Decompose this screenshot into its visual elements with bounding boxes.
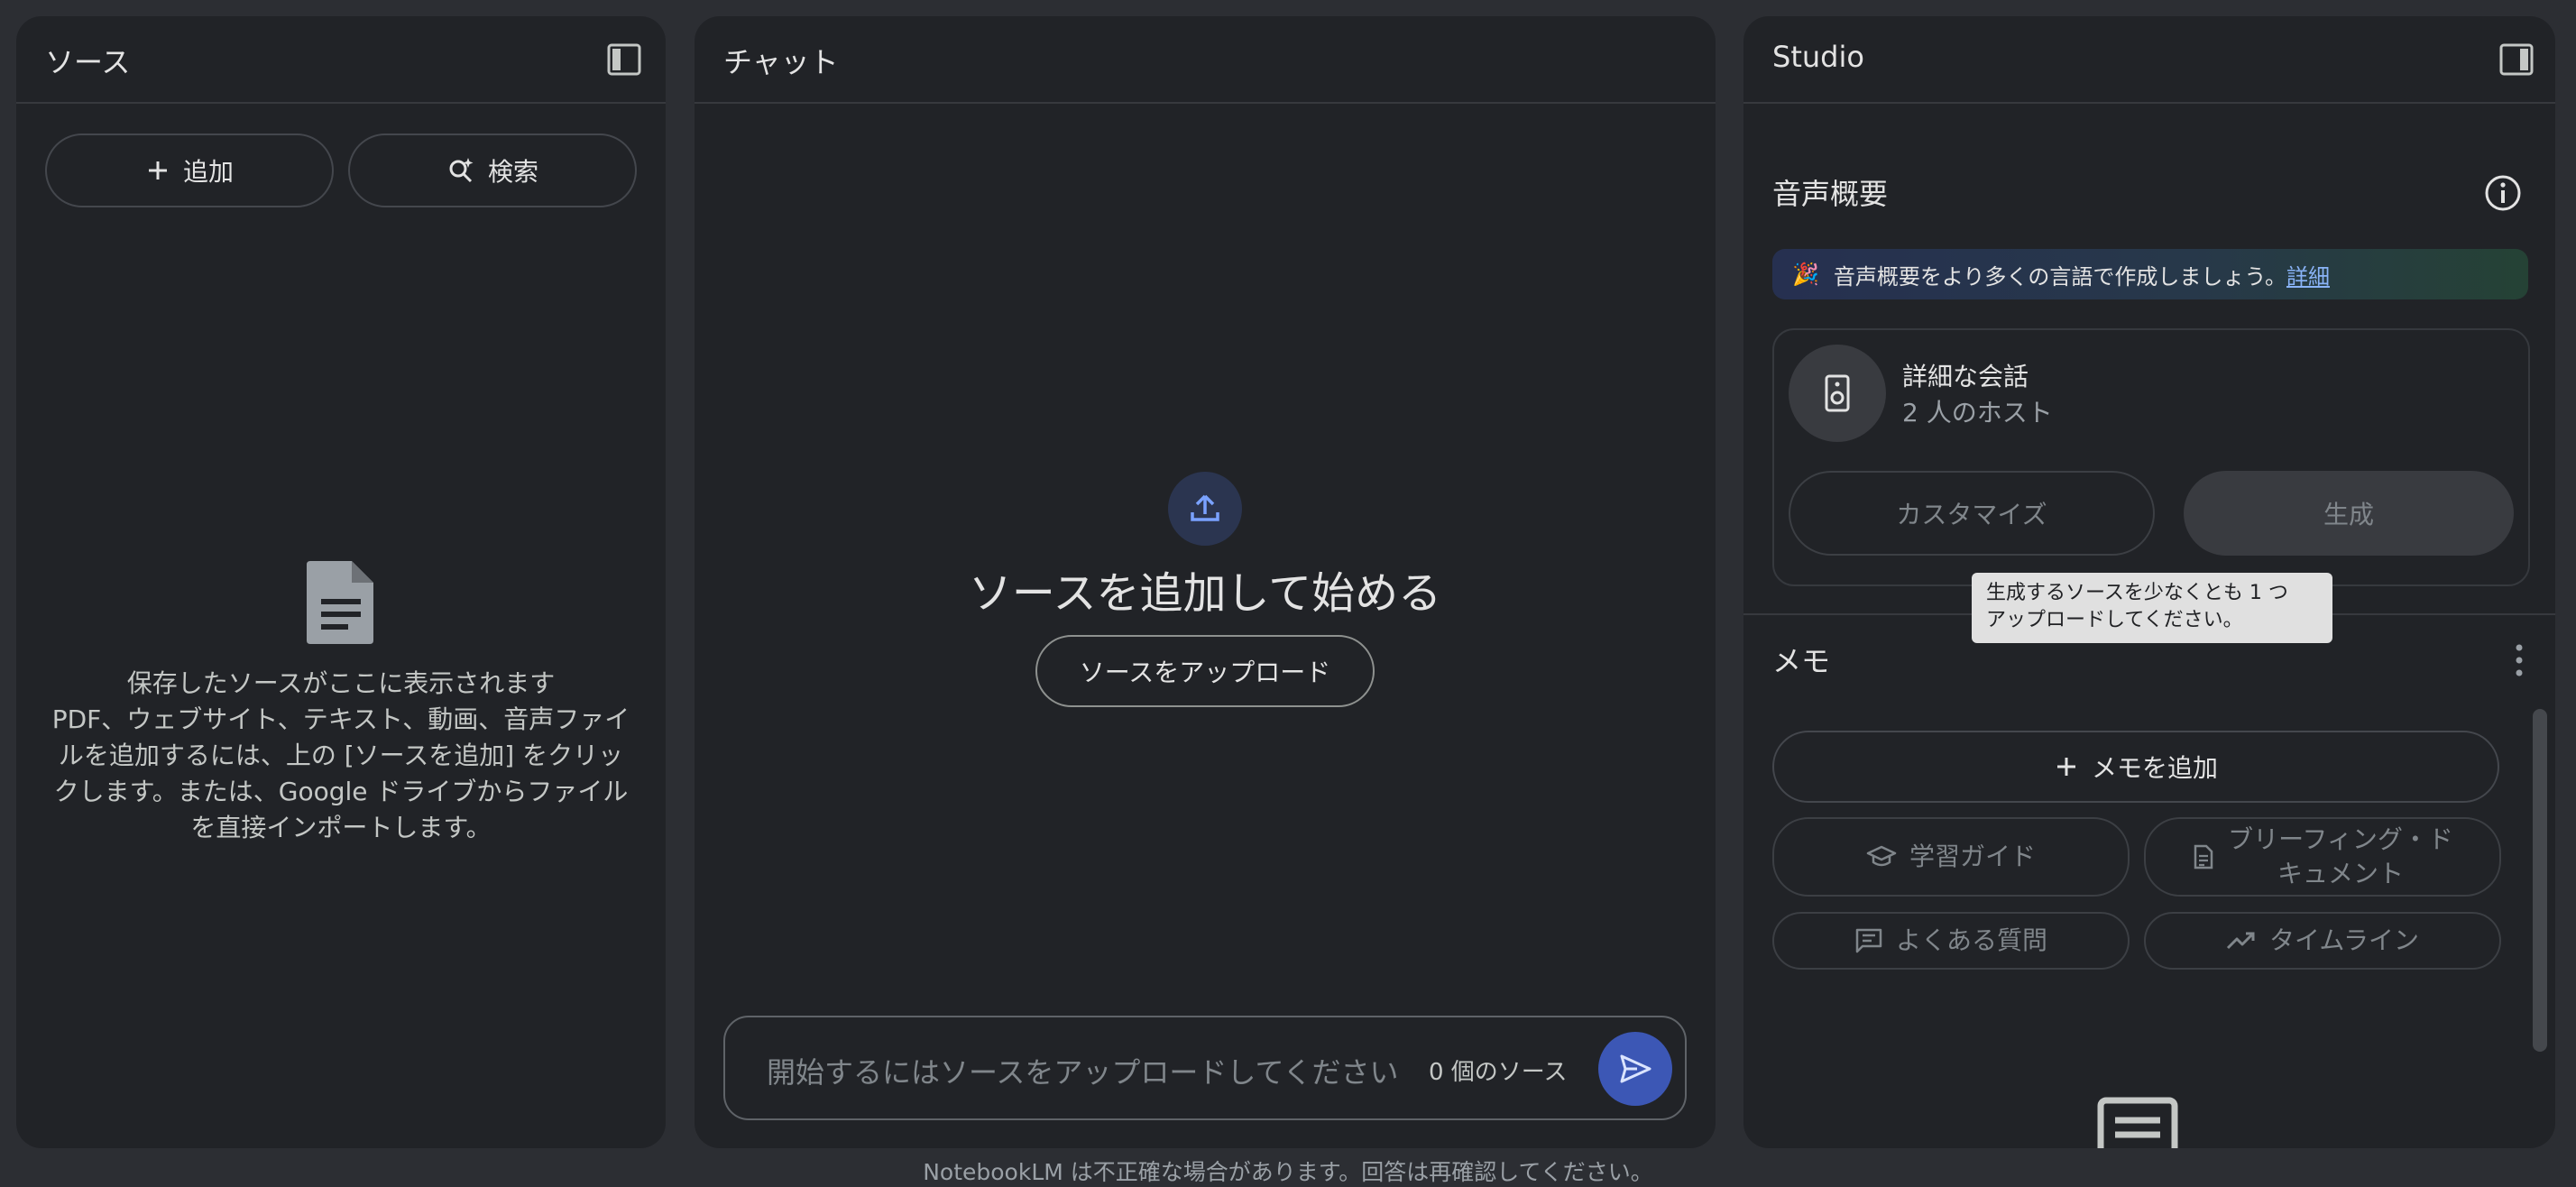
study-guide-label: 学習ガイド bbox=[1909, 842, 2036, 871]
chat-lines-icon bbox=[1855, 928, 1882, 953]
audio-card-title: 詳細な会話 bbox=[1902, 362, 2029, 391]
faq-label: よくある質問 bbox=[1895, 925, 2047, 955]
sources-panel: ソース 追加 検索 保存したソースがここに表示されます PDF、ウェブサイト、テ… bbox=[16, 16, 666, 1148]
sources-empty-line: 保存したソースがここに表示されます bbox=[126, 668, 556, 698]
sources-empty-line: PDF、ウェブサイト、テキスト、動画、音声ファイ bbox=[51, 704, 630, 734]
studio-scrollbar[interactable] bbox=[2533, 709, 2547, 1052]
generate-tooltip: 生成するソースを少なくとも 1 つ アップロードしてください。 bbox=[1972, 573, 2332, 643]
speaker-icon bbox=[1825, 374, 1850, 412]
add-source-label: 追加 bbox=[182, 157, 234, 187]
footer-disclaimer: NotebookLM は不正確な場合があります。回答は再確認してください。 bbox=[923, 1159, 1653, 1185]
customize-button[interactable]: カスタマイズ bbox=[1789, 471, 2155, 556]
generate-button[interactable]: 生成 bbox=[2184, 471, 2514, 556]
more-vert-icon[interactable] bbox=[2510, 640, 2528, 680]
party-icon: 🎉 bbox=[1792, 262, 1819, 287]
chat-title: チャット bbox=[723, 45, 839, 79]
audio-banner-text: 音声概要をより多くの言語で作成しましょう。 bbox=[1833, 263, 2286, 290]
sources-empty-line: クします。または、Google ドライブからファイル bbox=[53, 777, 629, 806]
study-guide-button[interactable]: 学習ガイド bbox=[1772, 817, 2130, 897]
info-icon[interactable] bbox=[2483, 173, 2523, 213]
sources-empty-line: を直接インポートします。 bbox=[190, 813, 492, 842]
briefing-doc-button[interactable]: ブリーフィング・ド キュメント bbox=[2144, 817, 2501, 897]
studio-title: Studio bbox=[1772, 40, 1864, 74]
add-memo-label: メモを追加 bbox=[2091, 753, 2218, 783]
upload-source-button[interactable]: ソースをアップロード bbox=[1035, 635, 1375, 707]
sources-empty-line: ルを追加するには、上の [ソースを追加] をクリッ bbox=[58, 741, 624, 770]
chat-input[interactable]: 開始するにはソースをアップロードしてください bbox=[767, 1050, 1398, 1091]
notes-icon bbox=[2097, 1097, 2178, 1148]
source-count: 0 個のソース bbox=[1429, 1059, 1568, 1086]
upload-icon-circle bbox=[1168, 472, 1242, 546]
add-source-button[interactable]: 追加 bbox=[45, 133, 334, 207]
trending-icon bbox=[2226, 932, 2255, 950]
briefing-doc-label-line: ブリーフィング・ド bbox=[2228, 824, 2453, 854]
memo-title: メモ bbox=[1772, 644, 1831, 678]
audio-card-subtitle: 2 人のホスト bbox=[1902, 398, 2053, 428]
tooltip-line: アップロードしてください。 bbox=[1986, 609, 2243, 631]
search-source-label: 検索 bbox=[487, 157, 538, 187]
speaker-icon-circle bbox=[1789, 345, 1886, 442]
chat-panel: チャット ソースを追加して始める ソースをアップロード 開始するにはソースをアッ… bbox=[695, 16, 1716, 1148]
studio-panel: Studio 音声概要 🎉 音声概要をより多くの言語で作成しましょう。 詳細 詳… bbox=[1743, 16, 2555, 1148]
faq-button[interactable]: よくある質問 bbox=[1772, 912, 2130, 970]
briefing-doc-icon bbox=[2194, 844, 2213, 870]
add-memo-button[interactable]: メモを追加 bbox=[1772, 731, 2499, 803]
timeline-button[interactable]: タイムライン bbox=[2144, 912, 2501, 970]
sidebar-panel-icon[interactable] bbox=[606, 41, 642, 78]
chat-input-box[interactable]: 開始するにはソースをアップロードしてください 0 個のソース bbox=[723, 1016, 1687, 1120]
tooltip-line: 生成するソースを少なくとも 1 つ bbox=[1986, 582, 2288, 604]
plus-icon bbox=[2056, 758, 2075, 776]
sources-header: ソース bbox=[16, 16, 666, 104]
document-icon bbox=[307, 561, 373, 644]
audio-overview-title: 音声概要 bbox=[1772, 177, 1889, 211]
sources-title: ソース bbox=[45, 45, 131, 79]
briefing-doc-label-line: キュメント bbox=[2277, 859, 2404, 888]
plus-icon bbox=[148, 161, 167, 179]
graduation-cap-icon bbox=[1866, 845, 1897, 867]
timeline-label: タイムライン bbox=[2268, 925, 2420, 955]
audio-overview-card: 詳細な会話 2 人のホスト カスタマイズ 生成 bbox=[1772, 328, 2530, 586]
sidebar-panel-icon[interactable] bbox=[2498, 41, 2535, 78]
audio-language-banner: 🎉 音声概要をより多くの言語で作成しましょう。 詳細 bbox=[1772, 249, 2528, 299]
upload-icon bbox=[1191, 494, 1219, 521]
chat-empty-heading: ソースを追加して始める bbox=[968, 568, 1442, 619]
briefing-doc-label: ブリーフィング・ド キュメント bbox=[2228, 823, 2453, 891]
send-icon bbox=[1620, 1054, 1651, 1083]
search-source-button[interactable]: 検索 bbox=[348, 133, 637, 207]
send-button[interactable] bbox=[1598, 1032, 1672, 1106]
sources-empty-message: 保存したソースがここに表示されます PDF、ウェブサイト、テキスト、動画、音声フ… bbox=[41, 666, 640, 846]
chat-header: チャット bbox=[695, 16, 1716, 104]
studio-header: Studio bbox=[1743, 16, 2555, 104]
search-sparkle-icon bbox=[449, 158, 474, 183]
audio-banner-link[interactable]: 詳細 bbox=[2286, 259, 2330, 290]
